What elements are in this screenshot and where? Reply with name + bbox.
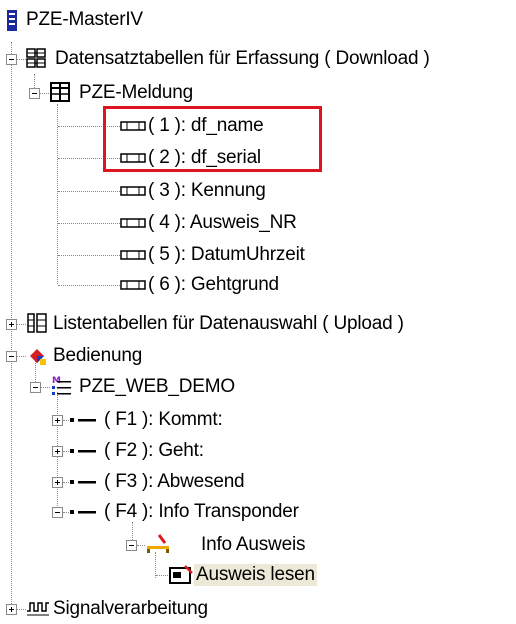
- tree-line: [17, 356, 26, 357]
- tree-line: [63, 512, 69, 513]
- table-icon: [50, 82, 70, 102]
- signal-icon: [27, 602, 49, 616]
- collapse-icon[interactable]: [126, 540, 137, 551]
- tree-line: [63, 482, 69, 483]
- tree-label: ( F2 ): Geht:: [104, 440, 204, 461]
- expand-icon[interactable]: [52, 415, 63, 426]
- tree-label: ( 6 ): Gehtgrund: [148, 274, 279, 295]
- highlight-box: [103, 106, 322, 172]
- tree-line: [41, 387, 50, 388]
- key-icon: [70, 480, 96, 484]
- collapse-icon[interactable]: [52, 507, 63, 518]
- tree-view[interactable]: PZE-MasterIV Datensatztabellen für Erfas…: [0, 0, 516, 619]
- reader-icon: [169, 565, 193, 584]
- menu-icon: M: [52, 376, 71, 395]
- expand-icon[interactable]: [52, 446, 63, 457]
- tree-label: Ausweis lesen: [194, 564, 317, 586]
- key-icon: [70, 449, 96, 453]
- tree-label: ( F1 ): Kommt:: [104, 409, 223, 430]
- collapse-icon[interactable]: [6, 54, 17, 65]
- tree-line: [40, 93, 49, 94]
- tree-label: PZE_WEB_DEMO: [79, 376, 235, 397]
- tree-line: [57, 104, 58, 284]
- field-icon: [120, 218, 146, 228]
- tree-line: [17, 609, 26, 610]
- collapse-icon[interactable]: [30, 382, 41, 393]
- tree-label: ( F4 ): Info Transponder: [104, 501, 299, 522]
- tree-label: Listentabellen für Datenauswahl ( Upload…: [53, 313, 404, 334]
- tree-label: ( 3 ): Kennung: [148, 180, 266, 201]
- tree-label: PZE-Meldung: [79, 82, 193, 103]
- collapse-icon[interactable]: [6, 351, 17, 362]
- field-icon: [120, 186, 146, 196]
- tree-label: ( 5 ): DatumUhrzeit: [148, 244, 305, 265]
- collapse-icon[interactable]: [29, 88, 40, 99]
- tree-line: [58, 285, 120, 286]
- tree-line: [17, 59, 26, 60]
- expand-icon[interactable]: [6, 604, 17, 615]
- tree-line: [58, 255, 120, 256]
- tree-line: [58, 191, 120, 192]
- tree-line: [156, 575, 168, 576]
- table-group-icon: [26, 48, 46, 68]
- key-icon: [70, 510, 96, 514]
- info-action-icon: [147, 534, 169, 553]
- tree-line: [58, 223, 120, 224]
- tree-line: [63, 451, 69, 452]
- tree-label: Bedienung: [53, 345, 143, 366]
- tree-line: [17, 324, 26, 325]
- list-table-icon: [27, 313, 47, 333]
- expand-icon[interactable]: [52, 477, 63, 488]
- expand-icon[interactable]: [6, 319, 17, 330]
- tree-label: PZE-MasterIV: [26, 9, 143, 30]
- operation-icon: [30, 349, 46, 365]
- tree-line: [137, 545, 145, 546]
- tree-label: ( 4 ): Ausweis_NR: [148, 212, 297, 233]
- key-icon: [70, 418, 96, 422]
- field-icon: [120, 280, 146, 290]
- device-icon: [7, 10, 17, 31]
- tree-line: [63, 420, 69, 421]
- tree-label: ( F3 ): Abwesend: [104, 471, 245, 492]
- tree-label: Info Ausweis: [201, 534, 306, 555]
- tree-label: Datensatztabellen für Erfassung ( Downlo…: [55, 48, 430, 69]
- field-icon: [120, 250, 146, 260]
